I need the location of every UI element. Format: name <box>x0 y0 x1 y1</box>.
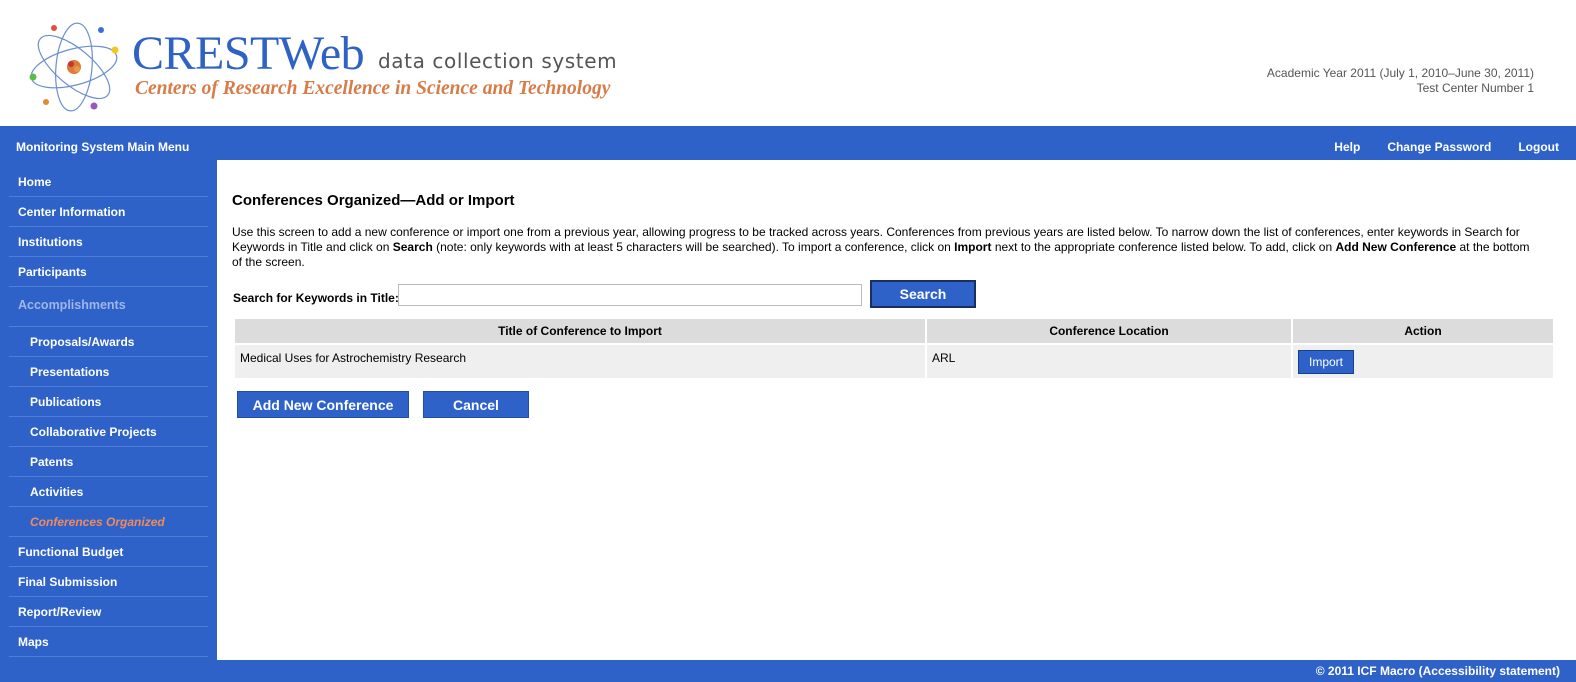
import-button[interactable]: Import <box>1298 350 1354 374</box>
intro-part: next to the appropriate conference liste… <box>991 240 1336 254</box>
sidebar-item-presentations[interactable]: Presentations <box>9 357 208 387</box>
search-label: Search for Keywords in Title: <box>233 291 399 305</box>
col-header-title: Title of Conference to Import <box>235 319 925 343</box>
intro-import-term: Import <box>954 240 992 254</box>
page-title: Conferences Organized—Add or Import <box>232 192 515 209</box>
search-button[interactable]: Search <box>870 280 976 308</box>
help-link[interactable]: Help <box>1334 140 1360 154</box>
conferences-table: Title of Conference to Import Conference… <box>233 317 1555 380</box>
sidebar-item-functional-budget[interactable]: Functional Budget <box>9 537 208 567</box>
add-new-conference-button[interactable]: Add New Conference <box>237 391 409 418</box>
sidebar-item-publications[interactable]: Publications <box>9 387 208 417</box>
logout-link[interactable]: Logout <box>1518 140 1559 154</box>
col-header-action: Action <box>1293 319 1553 343</box>
center-name: Test Center Number 1 <box>1416 81 1534 95</box>
sidebar-item-participants[interactable]: Participants <box>9 257 208 287</box>
cell-conference-title: Medical Uses for Astrochemistry Research <box>235 345 925 378</box>
sidebar-item-report-review[interactable]: Report/Review <box>9 597 208 627</box>
cell-action: Import <box>1293 345 1553 378</box>
sidebar-item-patents[interactable]: Patents <box>9 447 208 477</box>
col-header-location: Conference Location <box>927 319 1291 343</box>
page-header: CRESTWeb data collection system Centers … <box>0 0 1576 126</box>
brand-tagline: Centers of Research Excellence in Scienc… <box>135 78 611 99</box>
search-row: Search for Keywords in Title: Search <box>232 280 1032 310</box>
sidebar-item-final-submission[interactable]: Final Submission <box>9 567 208 597</box>
search-input[interactable] <box>398 284 862 306</box>
intro-add-term: Add New Conference <box>1335 240 1457 254</box>
sidebar-item-conferences-organized[interactable]: Conferences Organized <box>9 507 208 537</box>
academic-year: Academic Year 2011 (July 1, 2010–June 30… <box>1266 66 1534 80</box>
copyright-text[interactable]: © 2011 ICF Macro (Accessibility statemen… <box>1316 664 1560 678</box>
form-actions: Add New Conference Cancel <box>237 391 529 418</box>
brand-title: CRESTWeb <box>132 27 365 80</box>
intro-search-term: Search <box>392 240 433 254</box>
change-password-link[interactable]: Change Password <box>1387 140 1491 154</box>
table-header-row: Title of Conference to Import Conference… <box>235 319 1553 343</box>
sidebar-item-home[interactable]: Home <box>9 167 208 197</box>
sidebar-heading-accomplishments: Accomplishments <box>9 289 208 327</box>
sidebar-nav: Home Center Information Institutions Par… <box>0 160 217 660</box>
cancel-button[interactable]: Cancel <box>423 391 529 418</box>
main-menu-title: Monitoring System Main Menu <box>16 140 190 154</box>
page-footer: © 2011 ICF Macro (Accessibility statemen… <box>0 660 1576 682</box>
main-menu-bar: Monitoring System Main Menu Help Change … <box>0 126 1576 160</box>
intro-part: (note: only keywords with at least 5 cha… <box>432 240 955 254</box>
atom-logo-icon <box>29 22 119 112</box>
table-row: Medical Uses for Astrochemistry Research… <box>235 345 1553 378</box>
sidebar-item-collaborative-projects[interactable]: Collaborative Projects <box>9 417 208 447</box>
intro-text: Use this screen to add a new conference … <box>232 225 1537 270</box>
sidebar-item-activities[interactable]: Activities <box>9 477 208 507</box>
academic-info: Academic Year 2011 (July 1, 2010–June 30… <box>1267 66 1534 96</box>
cell-conference-location: ARL <box>927 345 1291 378</box>
sidebar-item-proposals-awards[interactable]: Proposals/Awards <box>9 327 208 357</box>
brand-subtitle: data collection system <box>378 49 618 73</box>
top-links: Help Change Password Logout <box>1334 140 1559 154</box>
sidebar-item-institutions[interactable]: Institutions <box>9 227 208 257</box>
sidebar-item-maps[interactable]: Maps <box>9 627 208 657</box>
sidebar-item-center-information[interactable]: Center Information <box>9 197 208 227</box>
